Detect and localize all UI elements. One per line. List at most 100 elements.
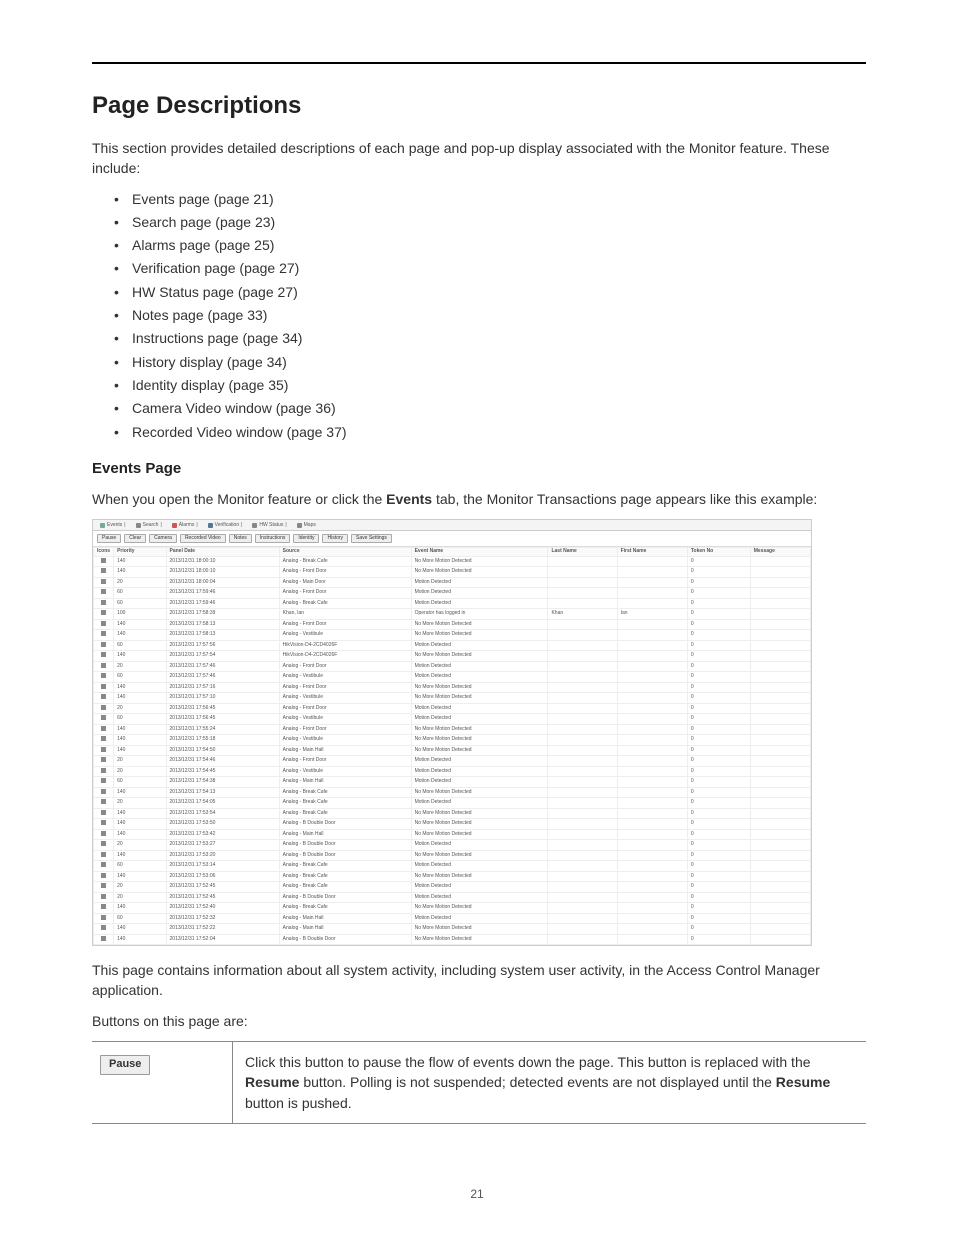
ss-cell xyxy=(548,672,617,683)
note-icon xyxy=(101,621,106,626)
ss-cell xyxy=(548,798,617,809)
page-list-item: Identity display (page 35) xyxy=(114,375,866,395)
ss-cell: Motion Detected xyxy=(411,861,548,872)
ss-cell xyxy=(750,735,810,746)
ss-cell: Motion Detected xyxy=(411,892,548,903)
ss-cell xyxy=(750,871,810,882)
ss-cell: 2013/12/31 17:54:45 xyxy=(166,766,279,777)
ss-table-row: 1402013/12/31 17:58:13Analog - Vestibule… xyxy=(94,630,811,641)
pause-button-image: Pause xyxy=(100,1055,150,1075)
ss-cell: Analog - Front Door xyxy=(279,756,411,767)
ss-cell: Analog - Main Hall xyxy=(279,745,411,756)
ss-cell xyxy=(750,777,810,788)
ss-cell xyxy=(750,934,810,945)
ss-cell: 0 xyxy=(687,630,750,641)
ss-cell: Analog - Front Door xyxy=(279,703,411,714)
events-para-pre: When you open the Monitor feature or cli… xyxy=(92,491,386,507)
ss-cell xyxy=(548,745,617,756)
ss-cell: Analog - Vestibule xyxy=(279,735,411,746)
ss-row-icon-cell xyxy=(94,682,114,693)
ss-table-row: 202013/12/31 17:52:45Analog - Break Cafe… xyxy=(94,882,811,893)
ss-cell xyxy=(548,819,617,830)
ss-cell xyxy=(750,661,810,672)
ss-table-row: 202013/12/31 17:54:45Analog - VestibuleM… xyxy=(94,766,811,777)
ss-cell: 0 xyxy=(687,924,750,935)
ss-cell: No More Motion Detected xyxy=(411,724,548,735)
ss-cell: 60 xyxy=(114,672,166,683)
ss-cell: No More Motion Detected xyxy=(411,651,548,662)
ss-row-icon-cell xyxy=(94,735,114,746)
ss-cell xyxy=(617,924,687,935)
ss-table-row: 202013/12/31 17:54:05Analog - Break Cafe… xyxy=(94,798,811,809)
ss-cell: 20 xyxy=(114,766,166,777)
ss-col-header: Icons xyxy=(94,548,114,557)
ss-cell: 140 xyxy=(114,630,166,641)
ss-cell: 2013/12/31 17:54:50 xyxy=(166,745,279,756)
ss-cell xyxy=(617,651,687,662)
ss-table-row: 1402013/12/31 17:54:13Analog - Break Caf… xyxy=(94,787,811,798)
ss-row-icon-cell xyxy=(94,640,114,651)
ss-cell xyxy=(548,640,617,651)
ss-cell: Analog - Front Door xyxy=(279,619,411,630)
ss-cell: 140 xyxy=(114,556,166,567)
ss-cell: Analog - Break Cafe xyxy=(279,556,411,567)
ss-cell xyxy=(750,882,810,893)
ss-row-icon-cell xyxy=(94,787,114,798)
ss-cell: 0 xyxy=(687,640,750,651)
ss-cell: 0 xyxy=(687,714,750,725)
ss-cell: 2013/12/31 17:55:18 xyxy=(166,735,279,746)
ss-cell: Ian xyxy=(617,609,687,620)
ss-cell: 0 xyxy=(687,745,750,756)
pause-desc-mid: button. Polling is not suspended; detect… xyxy=(299,1074,775,1090)
events-bold: Events xyxy=(386,491,432,507)
ss-cell xyxy=(548,913,617,924)
note-icon xyxy=(101,558,106,563)
tab-icon xyxy=(100,523,105,528)
tab-icon xyxy=(208,523,213,528)
ss-cell: 0 xyxy=(687,819,750,830)
ss-cell: 2013/12/31 17:53:50 xyxy=(166,819,279,830)
ss-cell xyxy=(617,724,687,735)
ss-cell xyxy=(617,798,687,809)
ss-cell: No More Motion Detected xyxy=(411,924,548,935)
ss-cell: 140 xyxy=(114,787,166,798)
ss-table-row: 602013/12/31 17:57:56HikVision-D4-2CD402… xyxy=(94,640,811,651)
ss-cell xyxy=(548,577,617,588)
note-icon xyxy=(101,915,106,920)
ss-cell: 60 xyxy=(114,714,166,725)
ss-cell: No More Motion Detected xyxy=(411,934,548,945)
ss-toolbar-button: Save Settings xyxy=(351,534,392,544)
ss-row-icon-cell xyxy=(94,924,114,935)
ss-cell: Analog - Front Door xyxy=(279,588,411,599)
ss-cell: No More Motion Detected xyxy=(411,787,548,798)
ss-cell: Motion Detected xyxy=(411,714,548,725)
ss-cell: 2013/12/31 17:56:45 xyxy=(166,714,279,725)
ss-toolbar-button: Instructions xyxy=(255,534,291,544)
ss-cell: 0 xyxy=(687,777,750,788)
ss-cell: 0 xyxy=(687,861,750,872)
ss-table-row: 202013/12/31 18:00:04Analog - Main DoorM… xyxy=(94,577,811,588)
ss-table-row: 602013/12/31 17:52:32Analog - Main HallM… xyxy=(94,913,811,924)
ss-cell xyxy=(617,577,687,588)
ss-cell: 140 xyxy=(114,871,166,882)
ss-cell: 60 xyxy=(114,640,166,651)
note-icon xyxy=(101,600,106,605)
ss-cell: Analog - Break Cafe xyxy=(279,787,411,798)
ss-row-icon-cell xyxy=(94,609,114,620)
ss-cell: 60 xyxy=(114,861,166,872)
ss-cell: 0 xyxy=(687,766,750,777)
ss-row-icon-cell xyxy=(94,808,114,819)
pause-cell-button: Pause xyxy=(92,1042,233,1124)
ss-cell: No More Motion Detected xyxy=(411,693,548,704)
ss-cell: 2013/12/31 17:54:46 xyxy=(166,756,279,767)
ss-toolbar-button: Clear xyxy=(124,534,146,544)
ss-cell: 0 xyxy=(687,808,750,819)
ss-cell: 140 xyxy=(114,693,166,704)
ss-row-icon-cell xyxy=(94,871,114,882)
ss-row-icon-cell xyxy=(94,703,114,714)
note-icon xyxy=(101,873,106,878)
page-list-item: Verification page (page 27) xyxy=(114,258,866,278)
ss-cell: 2013/12/31 17:58:13 xyxy=(166,630,279,641)
ss-cell xyxy=(617,913,687,924)
ss-cell xyxy=(617,693,687,704)
